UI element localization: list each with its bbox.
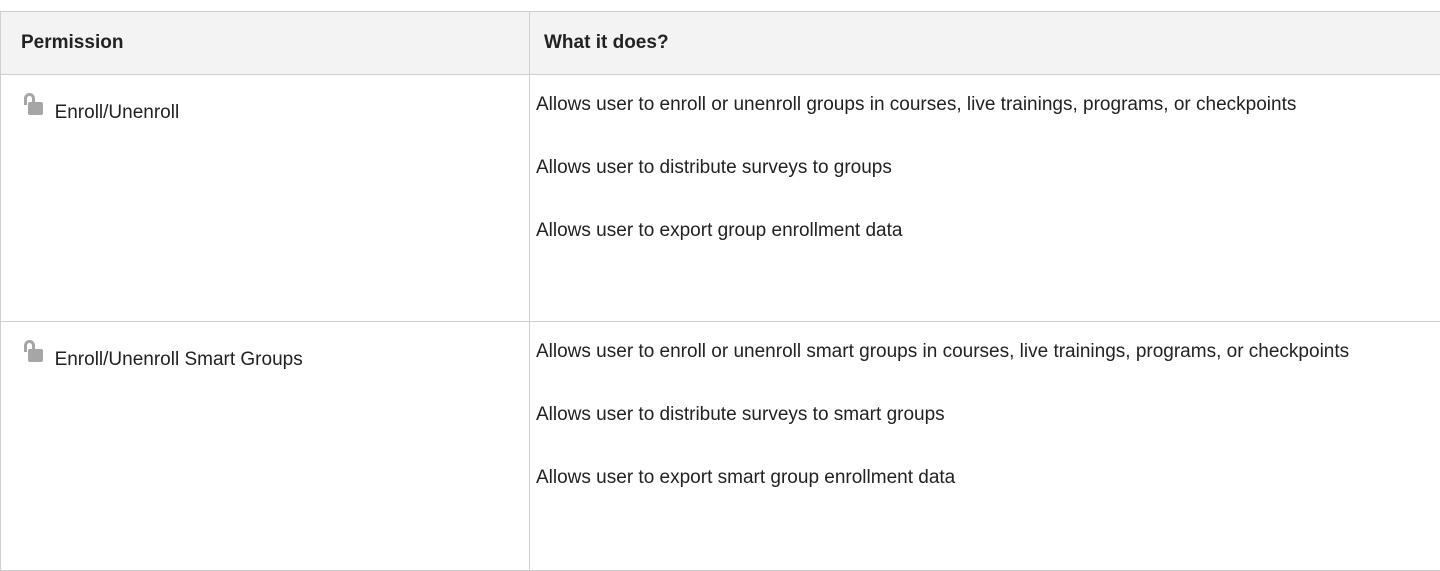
description-text: Allows user to distribute surveys to gro… <box>536 152 1429 184</box>
table-row: Enroll/Unenroll Allows user to enroll or… <box>1 75 1440 322</box>
unlocked-padlock-icon <box>23 93 45 117</box>
description-text: Allows user to export group enrollment d… <box>536 215 1429 247</box>
description-text: Allows user to export smart group enroll… <box>536 462 1429 494</box>
description-text: Allows user to enroll or unenroll groups… <box>536 89 1429 121</box>
table-row: Enroll/Unenroll Smart Groups Allows user… <box>1 322 1440 571</box>
column-header-permission: Permission <box>1 12 530 75</box>
column-header-what-it-does: What it does? <box>530 12 1440 75</box>
unlocked-padlock-icon <box>23 340 45 364</box>
permission-cell: Enroll/Unenroll Smart Groups <box>1 322 530 571</box>
permissions-table: Permission What it does? Enroll/Unenroll… <box>0 11 1440 571</box>
description-text: Allows user to distribute surveys to sma… <box>536 399 1429 431</box>
description-text: Allows user to enroll or unenroll smart … <box>536 336 1429 368</box>
permission-cell: Enroll/Unenroll <box>1 75 530 322</box>
description-cell: Allows user to enroll or unenroll smart … <box>530 322 1440 571</box>
permission-name: Enroll/Unenroll Smart Groups <box>55 348 303 372</box>
description-cell: Allows user to enroll or unenroll groups… <box>530 75 1440 322</box>
table-header-row: Permission What it does? <box>1 12 1440 75</box>
permission-name: Enroll/Unenroll <box>55 101 180 125</box>
